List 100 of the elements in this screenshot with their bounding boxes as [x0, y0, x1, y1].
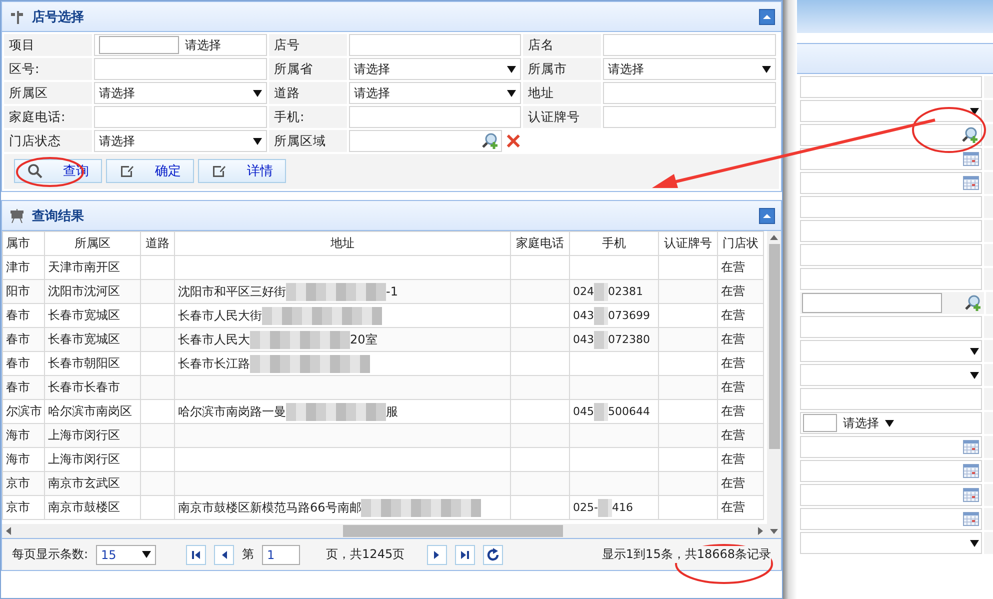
first-page-button[interactable] [186, 544, 206, 564]
dropdown-arrow-icon[interactable] [762, 66, 771, 72]
collapse-button[interactable] [759, 208, 775, 224]
dropdown-arrow-icon[interactable] [253, 90, 262, 96]
search-icon [27, 163, 43, 179]
lookup-field[interactable] [800, 124, 982, 146]
text-field[interactable] [800, 196, 982, 218]
calendar-icon[interactable] [963, 440, 979, 454]
horizontal-scrollbar[interactable] [2, 524, 767, 538]
choose-field[interactable]: 请选择 [800, 412, 982, 434]
page-size-select[interactable]: 15 [96, 544, 156, 564]
date-field[interactable] [800, 460, 982, 482]
text-field[interactable] [603, 34, 776, 56]
select-field[interactable]: 请选择 [349, 58, 521, 80]
dropdown-arrow-icon[interactable] [970, 540, 979, 546]
select-field[interactable]: 请选择 [94, 130, 267, 152]
field-label: 项目 [4, 34, 92, 56]
table-cell: 长春市人民大街 [174, 304, 510, 328]
refresh-button[interactable] [482, 544, 503, 564]
field-label: 门店状态 [4, 130, 92, 152]
magnifier-plus-icon[interactable] [964, 294, 982, 312]
select-field[interactable] [800, 340, 982, 362]
table-cell: 南京市鼓楼区 [44, 496, 140, 520]
table-cell: 南京市鼓楼区新模范马路66号南邮 [174, 496, 510, 520]
action-button[interactable]: 确定 [106, 159, 194, 183]
table-cell [658, 424, 718, 448]
select-field[interactable]: 请选择 [94, 82, 267, 104]
last-page-button[interactable] [454, 544, 475, 564]
select-field[interactable] [800, 364, 982, 386]
panel-title: 店号选择 [32, 8, 85, 26]
text-field[interactable] [800, 220, 982, 242]
field-label: 家庭电话: [4, 106, 92, 128]
previous-page-button[interactable] [214, 544, 234, 564]
text-field[interactable] [349, 34, 521, 56]
column-header[interactable]: 所属区 [44, 232, 140, 256]
table-cell [140, 280, 174, 304]
dropdown-arrow-icon[interactable] [253, 138, 262, 144]
dropdown-arrow-icon[interactable] [885, 420, 894, 426]
close-icon[interactable] [506, 133, 521, 149]
date-field[interactable] [800, 508, 982, 530]
dropdown-arrow-icon[interactable] [970, 348, 979, 354]
dropdown-arrow-icon[interactable] [970, 372, 979, 378]
right-arrow-icon[interactable] [756, 527, 764, 535]
text-field[interactable] [603, 106, 776, 128]
choose-field[interactable]: 请选择 [94, 34, 267, 56]
text-field[interactable] [603, 82, 776, 104]
text-field[interactable] [800, 388, 982, 410]
dropdown-arrow-icon[interactable] [507, 66, 516, 72]
text-field[interactable] [94, 106, 267, 128]
select-field[interactable]: 请选择 [603, 58, 776, 80]
date-field[interactable] [800, 436, 982, 458]
column-header[interactable]: 家庭电话 [510, 232, 570, 256]
magnifier-plus-icon[interactable] [961, 126, 979, 144]
calendar-icon[interactable] [963, 488, 979, 502]
select-field[interactable]: 请选择 [349, 82, 521, 104]
text-field[interactable] [349, 106, 521, 128]
left-arrow-icon[interactable] [5, 527, 13, 535]
table-cell: 043 072380 [570, 328, 658, 352]
text-field[interactable] [800, 244, 982, 266]
vertical-scrollbar[interactable] [767, 231, 781, 538]
calendar-icon[interactable] [963, 152, 979, 166]
table-cell: 哈尔滨市南岗路一曼 服 [174, 400, 510, 424]
dropdown-arrow-icon[interactable] [970, 108, 979, 114]
column-header[interactable]: 地址 [174, 232, 510, 256]
date-field[interactable] [800, 484, 982, 506]
action-button[interactable]: 详情 [198, 159, 286, 183]
magnifier-plus-icon[interactable] [481, 132, 500, 150]
redaction-blur [594, 402, 608, 420]
select-field[interactable] [800, 532, 982, 554]
redaction-blur [594, 282, 608, 300]
table-cell: 在营 [718, 376, 764, 400]
down-arrow-icon[interactable] [770, 527, 778, 535]
collapse-button[interactable] [759, 8, 775, 24]
column-header[interactable]: 认证牌号 [658, 232, 718, 256]
text-field[interactable] [800, 316, 982, 338]
calendar-icon[interactable] [963, 464, 979, 478]
column-header[interactable]: 手机 [570, 232, 658, 256]
calendar-icon[interactable] [963, 176, 979, 190]
redaction-blur [598, 498, 612, 516]
lookup-field[interactable] [349, 130, 502, 152]
calendar-icon[interactable] [963, 512, 979, 526]
next-page-button[interactable] [426, 544, 447, 564]
dropdown-arrow-icon[interactable] [142, 551, 152, 558]
text-field[interactable] [94, 58, 267, 80]
page-total: 页，共1245页 [326, 546, 405, 563]
field-label: 区号: [4, 58, 92, 80]
date-field[interactable] [800, 172, 982, 194]
text-field[interactable] [800, 76, 982, 98]
column-header[interactable]: 门店状 [718, 232, 764, 256]
redaction-blur [594, 306, 608, 324]
dropdown-arrow-icon[interactable] [507, 90, 516, 96]
text-field[interactable] [800, 268, 982, 290]
select-field[interactable] [800, 100, 982, 122]
column-header[interactable]: 属市 [2, 232, 44, 256]
up-arrow-icon[interactable] [770, 234, 778, 242]
text-field[interactable] [802, 293, 942, 313]
column-header[interactable]: 道路 [140, 232, 174, 256]
field-label: 手机: [269, 106, 347, 128]
date-field[interactable] [800, 148, 982, 170]
page-input[interactable]: 1 [262, 544, 300, 564]
